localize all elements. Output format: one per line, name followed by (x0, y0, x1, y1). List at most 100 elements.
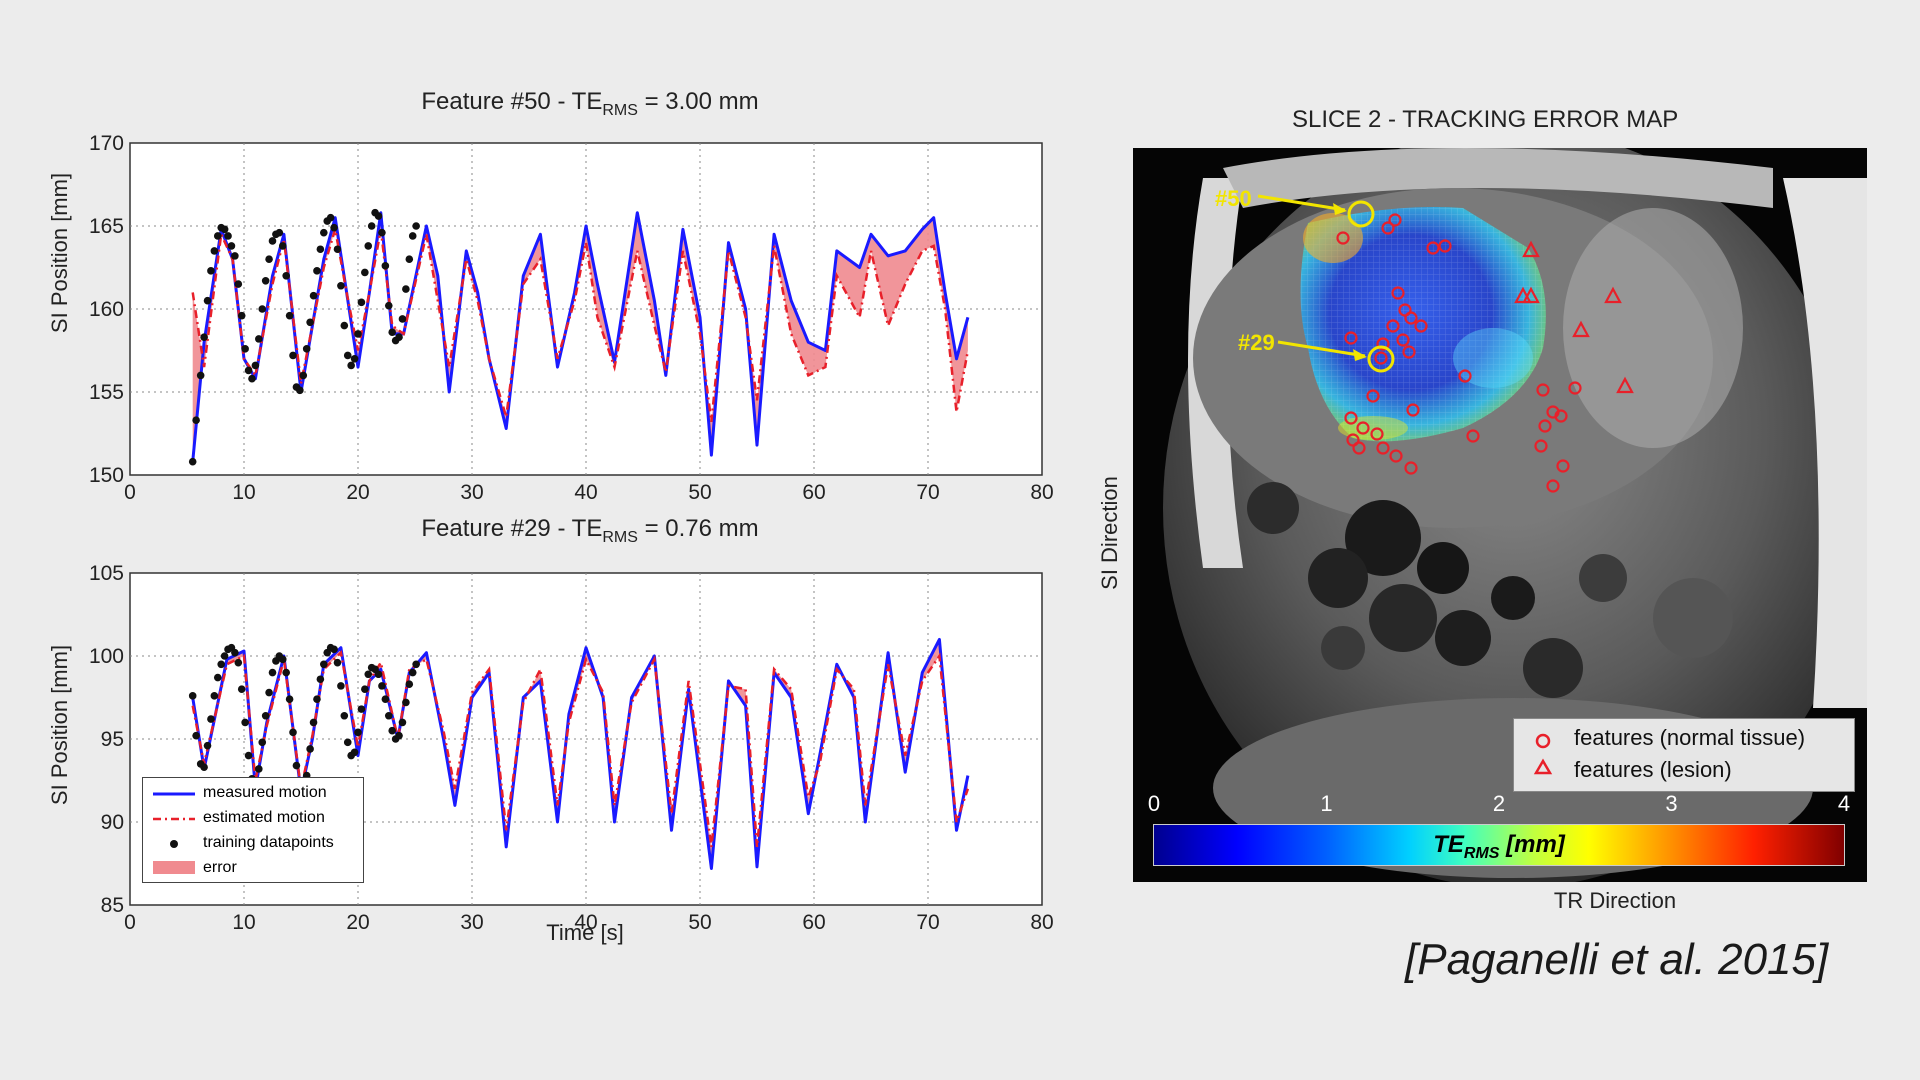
plot2-xtick-label: 50 (688, 911, 711, 934)
normal-tissue-feature (1386, 319, 1400, 333)
normal-tissue-marker-icon (1535, 733, 1551, 749)
normal-tissue-feature (1568, 381, 1582, 395)
lesion-feature (1572, 320, 1590, 338)
plot1-ytick-label: 150 (89, 464, 124, 487)
normal-tissue-feature (1426, 241, 1440, 255)
legend-error-swatch (153, 861, 195, 874)
annotation-29: #29 (1238, 330, 1275, 355)
plot1-training-point (384, 301, 393, 310)
plot1-training-point (220, 225, 229, 234)
plot1-training-point (299, 371, 308, 380)
plot1-training-point (412, 222, 420, 230)
plot1-training-point (395, 333, 403, 342)
plot1-training-point (361, 268, 369, 277)
plot1-training-point (343, 351, 352, 360)
normal-tissue-feature (1538, 419, 1552, 433)
plot1-training-point (296, 386, 304, 395)
legend-estimated: estimated motion (203, 809, 325, 826)
plot2-ytick-label: 100 (89, 645, 124, 668)
plot2-training-point (188, 692, 197, 700)
normal-tissue-feature (1374, 351, 1388, 365)
plot2-training-point (237, 685, 246, 693)
plot2-training-point (220, 652, 229, 660)
plot1-training-point (402, 285, 410, 293)
normal-tissue-feature (1356, 421, 1370, 435)
plot1-training-point (289, 351, 297, 360)
plot2-training-point (395, 731, 403, 740)
plot2-xtick-label: 70 (916, 911, 939, 934)
plot2-training-point (309, 718, 318, 727)
plot2-training-point (282, 668, 290, 677)
plot1-training-point (196, 371, 205, 380)
plot1-training-point (306, 318, 314, 327)
plot1-ytick-label: 170 (89, 132, 124, 155)
normal-tissue-feature (1370, 427, 1384, 441)
plot2-training-point (316, 675, 325, 684)
map-ylabel: SI Direction (1097, 476, 1122, 590)
plot1-training-point (251, 361, 260, 370)
plot1-ytick-label: 160 (89, 298, 124, 321)
plot2-training-point (354, 728, 362, 737)
plot2-training-point (343, 738, 352, 747)
normal-tissue-feature (1414, 319, 1428, 333)
plot1-training-point (357, 298, 366, 307)
map-legend-swatches (1533, 733, 1553, 775)
plot1-training-point (378, 228, 386, 237)
normal-tissue-feature (1546, 479, 1560, 493)
map-legend: features (normal tissue) features (lesio… (1513, 718, 1855, 792)
plot2-training-point (381, 695, 390, 703)
plot1-xtick-label: 10 (232, 481, 255, 504)
plot2-training-point (292, 761, 301, 770)
plot1-training-point (347, 361, 355, 370)
normal-tissue-feature (1458, 369, 1472, 383)
plot2-training-point (289, 728, 297, 737)
plot1-training-point (405, 255, 414, 263)
normal-tissue-feature (1438, 239, 1452, 253)
plot2-training-point (405, 680, 414, 689)
lesion-marker-icon (1533, 758, 1553, 775)
plot1-xtick-label: 30 (460, 481, 483, 504)
map-title: SLICE 2 - TRACKING ERROR MAP (1292, 106, 1679, 133)
normal-tissue-feature (1366, 389, 1380, 403)
plot2-training-point (255, 765, 263, 773)
plot2-training-point (330, 645, 338, 654)
normal-tissue-feature (1402, 345, 1416, 359)
plot1-chart: 0 10 20 30 40 50 60 70 80 150 155 160 165 170 (89, 132, 1054, 504)
plot2-ytick-label: 90 (101, 811, 124, 834)
normal-tissue-feature (1534, 439, 1548, 453)
colorbar-label: TERMS [mm] (1433, 831, 1565, 862)
plot1-training-point (244, 366, 253, 375)
normal-tissue-feature (1536, 383, 1550, 397)
plot1-training-point (248, 374, 256, 383)
plot1-training-point (192, 416, 200, 425)
lesion-feature (1616, 376, 1634, 394)
plot2-training-point (412, 660, 420, 669)
normal-tissue-feature (1406, 403, 1420, 417)
plot2-training-point (231, 648, 239, 657)
plot1-training-point (234, 280, 243, 288)
plot1-training-point (227, 242, 236, 250)
plot2-training-point (398, 718, 407, 727)
plot2-xtick-label: 60 (802, 911, 825, 934)
normal-tissue-feature (1346, 433, 1360, 447)
plot2-title: Feature #29 - TERMS = 0.76 mm (421, 515, 759, 546)
plot1-training-point (320, 228, 328, 237)
plot2-ytick-label: 85 (101, 894, 124, 917)
plot2-training-point (402, 698, 410, 707)
plot1-training-point (265, 255, 273, 263)
plot2-training-point (320, 660, 328, 669)
plot2-training-point (268, 668, 277, 677)
plot1-training-point (330, 223, 338, 232)
plot2-xtick-label: 10 (232, 911, 255, 934)
plot2-xlabel: Time [s] (546, 920, 624, 945)
plot2-training-point (361, 685, 369, 693)
plot1-training-point (337, 281, 345, 290)
plot1-training-point (188, 457, 197, 466)
plot1-xtick-label: 70 (916, 481, 939, 504)
plot1-training-point (374, 212, 383, 220)
colorbar: 0 1 2 3 4 TERMS [mm] (1148, 791, 1850, 866)
plot1-training-point (354, 330, 362, 338)
plot1-training-point (333, 245, 342, 254)
plot2-ytick-label: 95 (101, 728, 124, 751)
normal-tissue-feature (1466, 429, 1480, 443)
